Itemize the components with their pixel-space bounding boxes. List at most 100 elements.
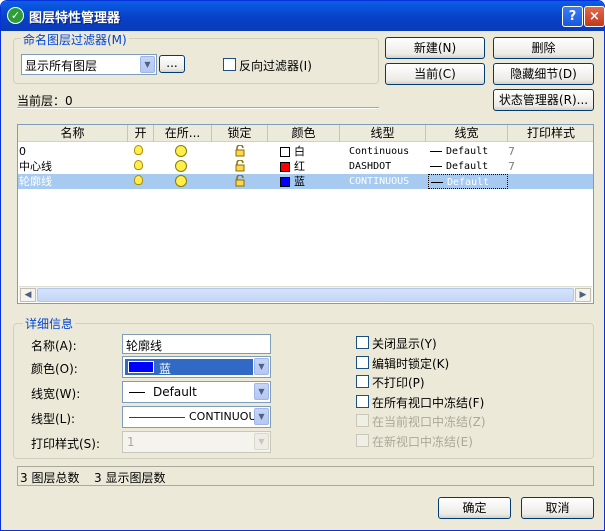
window-title: 图层特性管理器 [29, 11, 121, 26]
detail-checkbox-label: 在所有视口中冻结(F) [372, 395, 485, 410]
lineweight-select[interactable]: Default ▼ [122, 381, 271, 403]
column-header-color[interactable]: 颜色 [268, 125, 340, 142]
plotstyle-select: 1 ▼ [122, 431, 271, 453]
detail-checkbox[interactable] [356, 336, 369, 349]
cancel-button[interactable]: 取消 [521, 497, 594, 519]
layer-lineweight-cell[interactable]: Default [428, 144, 508, 159]
delete-layer-button[interactable]: 删除 [493, 37, 594, 59]
unlocked-padlock-icon[interactable] [234, 174, 246, 187]
status-bar: 3 图层总数 3 显示图层数 [17, 466, 594, 486]
column-header-lineweight[interactable]: 线宽 [426, 125, 508, 142]
name-label: 名称(A): [31, 339, 77, 353]
column-header-name[interactable]: 名称 [18, 125, 128, 142]
layer-linetype[interactable]: CONTINUOUS [349, 174, 409, 189]
column-header-lock[interactable]: 锁定 [212, 125, 268, 142]
layer-lineweight: Default [446, 146, 489, 157]
light-bulb-icon[interactable] [134, 145, 143, 155]
current-layer-divider [17, 107, 379, 109]
detail-checkbox-label: 在新视口中冻结(E) [372, 434, 473, 449]
layer-row[interactable]: 轮廓线 蓝 CONTINUOUS Default [18, 174, 593, 189]
lineweight-sample-line [129, 392, 145, 393]
layer-color-name: 白 [294, 145, 305, 158]
layer-list-header: 名称 开 在所... 锁定 颜色 线型 线宽 打印样式 [18, 125, 593, 142]
sun-icon[interactable] [175, 160, 187, 172]
set-current-button[interactable]: 当前(C) [385, 63, 485, 85]
layer-row[interactable]: 中心线 红 DASHDOT Default 7 [18, 159, 593, 174]
layer-name: 0 [19, 145, 26, 158]
light-bulb-icon[interactable] [134, 160, 143, 170]
unlocked-padlock-icon[interactable] [234, 159, 246, 172]
layer-lineweight: Default [446, 161, 489, 172]
detail-checkbox-label: 编辑时锁定(K) [372, 356, 450, 371]
layer-properties-dialog: ✓ 图层特性管理器 ? × 命名图层过滤器(M) 显示所有图层 ▼ ... 反向… [0, 0, 605, 531]
color-label: 颜色(O): [31, 362, 78, 376]
linetype-label: 线型(L): [31, 412, 76, 426]
chevron-down-icon[interactable]: ▼ [140, 56, 155, 73]
detail-checkbox-label: 不打印(P) [372, 376, 425, 390]
ok-button[interactable]: 确定 [438, 497, 511, 519]
layer-filter-value: 显示所有图层 [25, 59, 98, 73]
chevron-down-icon[interactable]: ▼ [254, 383, 269, 400]
name-field-value: 轮廓线 [126, 339, 163, 353]
new-layer-button[interactable]: 新建(N) [385, 37, 485, 59]
light-bulb-icon[interactable] [134, 175, 143, 185]
layer-lineweight-cell[interactable]: Default [428, 174, 508, 189]
detail-checkbox-label: 在当前视口中冻结(Z) [372, 415, 486, 429]
color-select[interactable]: 蓝 ▼ [122, 356, 271, 378]
chevron-down-icon: ▼ [254, 433, 269, 450]
layer-color-name: 红 [294, 160, 305, 173]
hide-details-button[interactable]: 隐藏细节(D) [493, 63, 594, 85]
layer-list[interactable]: 名称 开 在所... 锁定 颜色 线型 线宽 打印样式 0 白 Continuo… [17, 124, 594, 304]
layer-color-name: 蓝 [294, 175, 305, 188]
state-manager-button[interactable]: 状态管理器(R)... [493, 89, 594, 111]
layer-filter-select[interactable]: 显示所有图层 ▼ [21, 54, 157, 75]
lineweight-label: 线宽(W): [31, 387, 81, 401]
detail-checkbox[interactable] [356, 355, 369, 369]
horizontal-scrollbar[interactable]: ◀ ▶ [19, 286, 592, 302]
detail-checkbox[interactable] [356, 375, 369, 388]
color-swatch[interactable] [280, 177, 290, 187]
autocad-icon: ✓ [7, 7, 24, 24]
scroll-left-icon[interactable]: ◀ [20, 288, 36, 302]
close-button[interactable]: × [584, 6, 605, 27]
invert-filter-checkbox[interactable] [223, 58, 236, 71]
color-select-value: 蓝 [159, 362, 172, 376]
total-layers-count: 3 图层总数 [20, 471, 80, 485]
detail-checkbox[interactable] [356, 394, 369, 408]
column-header-on[interactable]: 开 [128, 125, 154, 142]
lineweight-sample-line [430, 151, 442, 152]
layer-plot-style: 7 [508, 145, 515, 158]
layer-linetype[interactable]: Continuous [349, 144, 409, 159]
details-group-label: 详细信息 [23, 315, 76, 332]
linetype-sample-line [129, 417, 185, 418]
sun-icon[interactable] [175, 145, 187, 157]
detail-checkbox [356, 433, 369, 447]
linetype-select[interactable]: CONTINUOU ▼ [122, 406, 271, 428]
layer-row[interactable]: 0 白 Continuous Default 7 [18, 144, 593, 159]
scroll-thumb[interactable] [37, 288, 574, 302]
lineweight-sample-line [431, 182, 443, 183]
layer-lineweight: Default [447, 177, 490, 188]
column-header-linetype[interactable]: 线型 [340, 125, 426, 142]
browse-filter-button[interactable]: ... [159, 55, 185, 73]
title-bar: ✓ 图层特性管理器 ? × [1, 1, 605, 31]
scroll-right-icon[interactable]: ▶ [575, 288, 591, 302]
details-group [13, 323, 594, 459]
color-swatch[interactable] [280, 147, 290, 157]
column-header-plotstyle[interactable]: 打印样式 [508, 125, 593, 142]
unlocked-padlock-icon[interactable] [234, 144, 246, 157]
help-button[interactable]: ? [562, 6, 583, 27]
chevron-down-icon[interactable]: ▼ [254, 408, 269, 425]
named-filter-group-label: 命名图层过滤器(M) [21, 31, 129, 48]
column-header-freeze[interactable]: 在所... [154, 125, 212, 142]
color-swatch [128, 361, 154, 373]
layer-lineweight-cell[interactable]: Default [428, 159, 508, 174]
color-swatch[interactable] [280, 162, 290, 172]
sun-icon[interactable] [175, 175, 187, 187]
linetype-select-value: CONTINUOU [189, 410, 257, 423]
chevron-down-icon[interactable]: ▼ [254, 358, 269, 375]
layer-name: 中心线 [19, 160, 52, 173]
layer-linetype[interactable]: DASHDOT [349, 159, 391, 174]
invert-filter-label: 反向过滤器(I) [239, 59, 312, 73]
name-field[interactable]: 轮廓线 [122, 334, 271, 354]
